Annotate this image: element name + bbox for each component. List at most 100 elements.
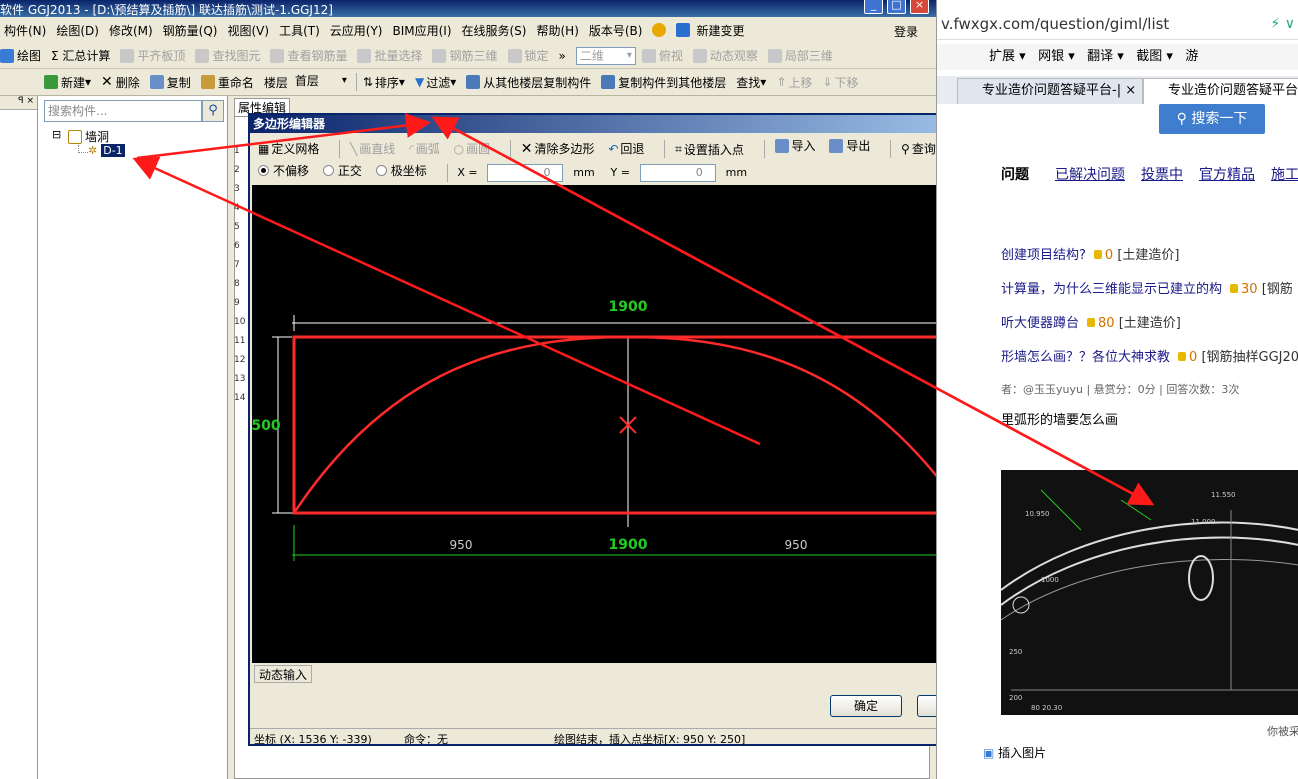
view-mode-select[interactable]: 二维 bbox=[575, 46, 636, 65]
new-change-button[interactable]: 新建变更 bbox=[696, 22, 744, 39]
search-icon[interactable]: ⚲ bbox=[202, 100, 224, 122]
set-insert-point-button[interactable]: ⌗ 设置插入点 bbox=[675, 141, 744, 158]
menu-item[interactable]: 工具(T) bbox=[279, 22, 320, 39]
delete-label: 删除 bbox=[115, 75, 140, 90]
y-input[interactable]: 0 bbox=[639, 163, 716, 182]
draw-line-button[interactable]: ╲ 画直线 bbox=[350, 140, 395, 157]
component-search-input[interactable]: 搜索构件... bbox=[44, 100, 202, 122]
browser-tools-icon[interactable]: ⚡ ∨ bbox=[1270, 8, 1295, 40]
menu-item[interactable]: 钢筋量(Q) bbox=[163, 22, 218, 39]
mode-orthogonal[interactable]: 正交 bbox=[322, 162, 362, 179]
batch-select-button[interactable]: 批量选择 bbox=[357, 47, 422, 64]
polygon-editor-dialog: 多边形编辑器 × ▦定义网格 ╲画直线 ◜画弧 ○画圆 ✕清除多边形 ↶回退 ⌗… bbox=[248, 113, 1005, 746]
draw-circle-button[interactable]: ○ 画圆 bbox=[454, 140, 491, 157]
nav-tab[interactable]: 施工 bbox=[1271, 164, 1298, 184]
up-arrow-icon: ⇑ bbox=[776, 75, 787, 89]
move-down-button[interactable]: ⇓ 下移 bbox=[822, 74, 858, 91]
dock-pin-close[interactable]: ꟼ × bbox=[0, 96, 37, 110]
filter-button[interactable]: ▼ 过滤 ▾ bbox=[415, 74, 456, 91]
rename-button[interactable]: 重命名 bbox=[200, 74, 254, 91]
nav-tab[interactable]: 已解决问题 bbox=[1055, 164, 1125, 184]
x-input[interactable]: 0 bbox=[487, 163, 564, 182]
define-grid-button[interactable]: ▦ 定义网格 bbox=[258, 140, 319, 157]
face-icon[interactable] bbox=[652, 23, 667, 37]
tab-dynamic-input[interactable]: 动态输入 bbox=[254, 665, 312, 683]
delete-button[interactable]: ✕ 删除 bbox=[101, 74, 140, 91]
browser-tab[interactable]: 专业造价问题答疑平台-| × bbox=[957, 78, 1143, 104]
tree-toggle-icon[interactable]: ⊟ bbox=[52, 128, 61, 141]
minimize-button[interactable]: _ bbox=[864, 0, 883, 14]
copy-to-floor-button[interactable]: 复制构件到其他楼层 bbox=[601, 74, 726, 91]
batch-icon bbox=[357, 48, 372, 63]
draw-button[interactable]: 绘图 bbox=[0, 47, 41, 64]
tree-node-wall-opening[interactable]: 墙洞 bbox=[68, 128, 109, 145]
floor-select[interactable]: 首层 bbox=[292, 73, 350, 91]
set-insert-point-label: 设置插入点 bbox=[683, 142, 744, 157]
question-item[interactable]: 听大便器蹲台 80 [土建造价] bbox=[1001, 312, 1181, 331]
address-bar[interactable]: v.fwxgx.com/question/giml/list ⚡ ∨ bbox=[937, 8, 1298, 40]
top-view-button[interactable]: 俯视 bbox=[641, 47, 683, 64]
question-item[interactable]: 计算量，为什么三维能显示已建立的构 30 [钢筋 bbox=[1001, 278, 1293, 297]
menu-item[interactable]: BIM应用(I) bbox=[392, 22, 451, 39]
clear-polygon-button[interactable]: ✕ 清除多边形 bbox=[521, 140, 595, 157]
question-item[interactable]: 创建项目结构? 0 [土建造价] bbox=[1001, 244, 1179, 263]
3d-icon bbox=[432, 48, 447, 63]
question-meta: 者：@玉玉yuyu | 悬赏分：0分 | 回答次数：3次 bbox=[1001, 383, 1240, 396]
maximize-button[interactable]: □ bbox=[887, 0, 906, 14]
mode-no-offset[interactable]: 不偏移 bbox=[258, 162, 309, 179]
browser-tab-active[interactable]: 专业造价问题答疑平台-| bbox=[1143, 78, 1298, 104]
align-slab-button[interactable]: 平齐板顶 bbox=[120, 47, 185, 64]
new-button[interactable]: 新建 ▾ bbox=[44, 74, 91, 91]
login-link[interactable]: 登录 bbox=[894, 23, 918, 40]
bookmark-item[interactable]: 扩展 bbox=[989, 49, 1015, 64]
menu-item[interactable]: 视图(V) bbox=[227, 22, 269, 39]
rebar-3d-button[interactable]: 钢筋三维 bbox=[432, 47, 498, 64]
menu-item[interactable]: 构件(N) bbox=[4, 22, 46, 39]
bookmark-item[interactable]: 游 bbox=[1185, 49, 1198, 64]
find-element-button[interactable]: 查找图元 bbox=[195, 47, 260, 64]
bookmark-item[interactable]: 翻译 bbox=[1087, 49, 1113, 64]
local-3d-button[interactable]: 局部三维 bbox=[767, 47, 833, 64]
nav-tab[interactable]: 投票中 bbox=[1141, 164, 1183, 184]
summary-calc-button[interactable]: Σ 汇总计算 bbox=[51, 47, 110, 64]
export-button[interactable]: 导出 bbox=[829, 137, 870, 154]
mode-label: 正交 bbox=[337, 164, 362, 178]
menu-item[interactable]: 版本号(B) bbox=[589, 22, 643, 39]
radio-icon bbox=[322, 165, 334, 176]
draw-arc-button[interactable]: ◜ 画弧 bbox=[409, 140, 440, 157]
copy-button[interactable]: 复制 bbox=[149, 74, 191, 91]
menu-item[interactable]: 在线服务(S) bbox=[462, 22, 527, 39]
menu-item[interactable]: 帮助(H) bbox=[536, 22, 578, 39]
question-image[interactable]: 11.550 11.000 10.950 1000 250 200 80 20.… bbox=[1000, 470, 1298, 715]
undo-button[interactable]: ↶ 回退 bbox=[608, 140, 644, 157]
import-button[interactable]: 导入 bbox=[774, 137, 816, 154]
bookmark-bar: 扩展 ▾ 网银 ▾ 翻译 ▾ 截图 ▾ 游 bbox=[937, 44, 1298, 70]
lock-button[interactable]: 锁定 bbox=[507, 47, 549, 64]
drawing-label: 200 bbox=[1009, 694, 1022, 702]
grid-icon: ▦ bbox=[258, 141, 270, 156]
menu-item[interactable]: 绘图(D) bbox=[56, 22, 99, 39]
menu-item[interactable]: 云应用(Y) bbox=[330, 22, 383, 39]
bookmark-item[interactable]: 截图 bbox=[1136, 49, 1162, 64]
nav-tab[interactable]: 问题 bbox=[1001, 164, 1029, 184]
draw-line-label: 画直线 bbox=[359, 142, 396, 156]
question-item[interactable]: 形墙怎么画？？各位大神求教 0 [钢筋抽样GGJ20 bbox=[1001, 346, 1298, 365]
move-up-button[interactable]: ⇑ 上移 bbox=[776, 74, 812, 91]
search-submit-button[interactable]: ⚲ 搜索一下 bbox=[1159, 104, 1265, 134]
ok-button[interactable]: 确定 bbox=[830, 695, 902, 717]
close-button[interactable]: × bbox=[910, 0, 929, 14]
tree-node-d1[interactable]: ✲ D-1 bbox=[88, 144, 125, 157]
copy-from-floor-button[interactable]: 从其他楼层复制构件 bbox=[466, 74, 591, 91]
dynamic-view-button[interactable]: 动态观察 bbox=[692, 47, 758, 64]
bookmark-item[interactable]: 网银 bbox=[1038, 49, 1064, 64]
drawing-canvas[interactable]: 1900 1900 950 950 500 500 bbox=[251, 185, 1005, 663]
dim-half-left-label: 950 bbox=[450, 538, 473, 552]
view-rebar-button[interactable]: 查看钢筋量 bbox=[270, 47, 347, 64]
nav-tab[interactable]: 官方精品 bbox=[1199, 164, 1255, 184]
mode-polar[interactable]: 极坐标 bbox=[375, 162, 427, 179]
sort-button[interactable]: ⇅ 排序 ▾ bbox=[363, 74, 405, 91]
insert-image-button[interactable]: ▣ 插入图片 bbox=[983, 744, 1046, 761]
menu-item[interactable]: 修改(M) bbox=[109, 22, 153, 39]
find-button[interactable]: 查找 ▾ bbox=[736, 74, 766, 91]
overflow-chevron-icon[interactable]: » bbox=[559, 49, 566, 63]
